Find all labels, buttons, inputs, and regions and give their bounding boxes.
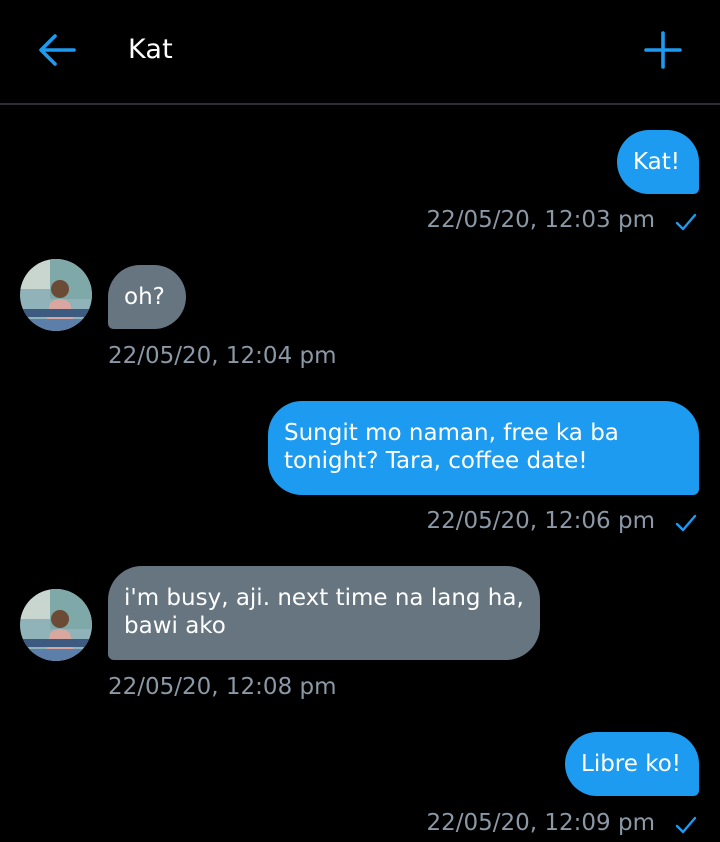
back-button[interactable] <box>36 30 78 70</box>
message-timestamp: 22/05/20, 12:03 pm <box>426 207 655 233</box>
conversation-header: Kat <box>0 0 720 105</box>
message-text: i'm busy, aji. next time na lang ha, baw… <box>124 585 524 639</box>
avatar-photo <box>20 589 92 661</box>
message-timestamp: 22/05/20, 12:09 pm <box>426 810 655 836</box>
new-message-button[interactable] <box>642 29 684 71</box>
message-timestamp: 22/05/20, 12:06 pm <box>426 508 655 534</box>
message-bubble-incoming[interactable]: i'm busy, aji. next time na lang ha, baw… <box>108 566 540 660</box>
contact-avatar[interactable] <box>20 259 92 331</box>
plus-icon <box>644 31 682 69</box>
message-bubble-outgoing[interactable]: Kat! <box>617 130 699 194</box>
arrow-left-icon <box>39 34 76 66</box>
message-text: Kat! <box>633 149 681 175</box>
message-text: oh? <box>124 284 165 310</box>
conversation-title: Kat <box>128 34 173 65</box>
message-text: Sungit mo naman, free ka ba tonight? Tar… <box>284 420 619 474</box>
message-bubble-outgoing[interactable]: Libre ko! <box>565 732 699 796</box>
message-bubble-incoming[interactable]: oh? <box>108 265 186 329</box>
avatar-photo <box>20 259 92 331</box>
read-check-icon <box>675 213 697 231</box>
contact-avatar[interactable] <box>20 589 92 661</box>
read-check-icon <box>675 816 697 834</box>
message-bubble-outgoing[interactable]: Sungit mo naman, free ka ba tonight? Tar… <box>268 401 699 495</box>
message-text: Libre ko! <box>581 751 682 777</box>
message-timestamp: 22/05/20, 12:04 pm <box>108 343 337 369</box>
read-check-icon <box>675 514 697 532</box>
message-timestamp: 22/05/20, 12:08 pm <box>108 674 337 700</box>
